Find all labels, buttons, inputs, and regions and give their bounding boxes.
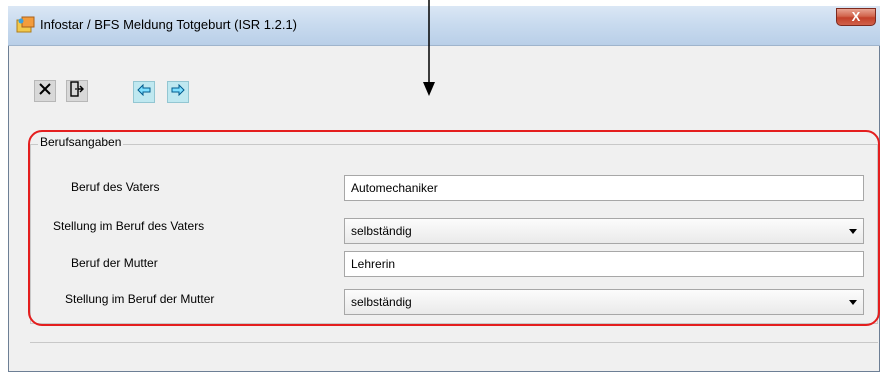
arrow-right-icon [171, 83, 185, 101]
annotation-arrow-icon [420, 0, 438, 98]
divider [30, 342, 878, 343]
window-title: Infostar / BFS Meldung Totgeburt (ISR 1.… [40, 17, 297, 32]
exit-door-icon [69, 80, 85, 102]
exit-button[interactable] [66, 80, 88, 102]
close-window-button[interactable]: X [836, 8, 876, 26]
next-button[interactable] [167, 81, 189, 103]
close-x-icon [38, 82, 52, 101]
app-icon [16, 16, 36, 34]
arrow-left-icon [137, 83, 151, 101]
highlight-annotation [28, 130, 880, 326]
previous-button[interactable] [133, 81, 155, 103]
delete-button[interactable] [34, 80, 56, 102]
